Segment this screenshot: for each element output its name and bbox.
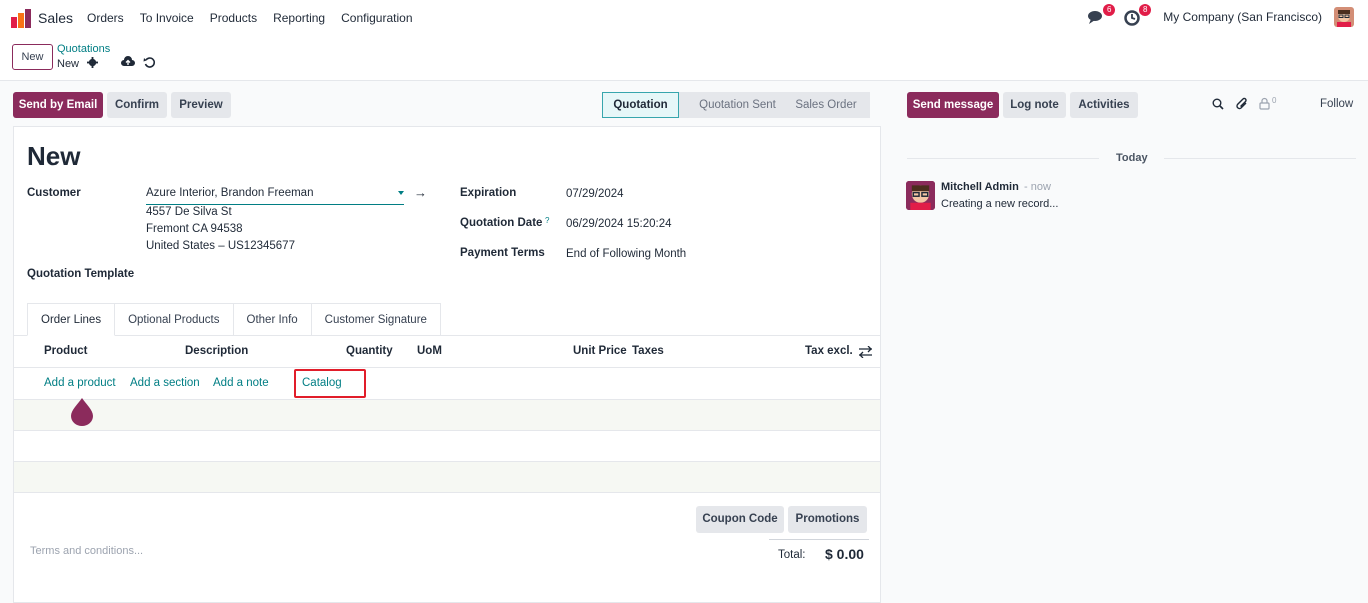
total-divider bbox=[769, 539, 869, 540]
tab-order-lines[interactable]: Order Lines bbox=[27, 303, 116, 336]
new-record-button[interactable]: New bbox=[12, 44, 53, 70]
menu-reporting[interactable]: Reporting bbox=[273, 11, 325, 25]
column-tax-excl[interactable]: Tax excl. bbox=[805, 345, 853, 357]
quotation-template-label: Quotation Template bbox=[27, 268, 135, 280]
preview-button[interactable]: Preview bbox=[171, 92, 231, 118]
breadcrumb-quotations[interactable]: Quotations bbox=[57, 43, 110, 55]
promotions-button[interactable]: Promotions bbox=[788, 506, 867, 533]
coupon-code-button[interactable]: Coupon Code bbox=[696, 506, 784, 533]
author-avatar[interactable] bbox=[906, 181, 935, 210]
customer-label: Customer bbox=[27, 187, 81, 199]
tab-optional-products[interactable]: Optional Products bbox=[115, 303, 234, 336]
gear-icon[interactable] bbox=[87, 57, 98, 68]
column-uom[interactable]: UoM bbox=[417, 345, 442, 357]
arrow-right-icon[interactable]: → bbox=[414, 185, 427, 200]
status-quotation[interactable]: Quotation bbox=[602, 92, 679, 118]
expiration-field[interactable]: 07/29/2024 bbox=[566, 188, 624, 200]
payment-terms-label: Payment Terms bbox=[460, 247, 545, 259]
customer-address-line1: 4557 De Silva St bbox=[146, 206, 232, 218]
company-switcher[interactable]: My Company (San Francisco) bbox=[1163, 10, 1322, 24]
customer-address-line3: United States – US12345677 bbox=[146, 240, 295, 252]
terms-conditions-field[interactable]: Terms and conditions... bbox=[30, 545, 143, 557]
record-title: New bbox=[27, 141, 81, 171]
empty-row bbox=[14, 462, 880, 492]
chevron-down-icon[interactable] bbox=[398, 191, 404, 195]
lock-icon[interactable] bbox=[1259, 97, 1270, 110]
column-description[interactable]: Description bbox=[185, 345, 248, 357]
empty-row bbox=[14, 400, 880, 430]
help-tooltip[interactable]: ? bbox=[545, 216, 549, 225]
discard-undo-icon[interactable] bbox=[143, 56, 156, 69]
expiration-label: Expiration bbox=[460, 187, 517, 199]
total-amount: $ 0.00 bbox=[825, 546, 864, 562]
send-message-button[interactable]: Send message bbox=[907, 92, 999, 118]
sales-app-icon[interactable] bbox=[11, 9, 31, 28]
tab-customer-signature[interactable]: Customer Signature bbox=[311, 303, 441, 336]
search-icon[interactable] bbox=[1212, 98, 1224, 110]
optional-columns-icon[interactable] bbox=[859, 346, 872, 358]
menu-products[interactable]: Products bbox=[210, 11, 257, 25]
activities-badge: 8 bbox=[1139, 4, 1152, 16]
message-author[interactable]: Mitchell Admin bbox=[941, 181, 1019, 193]
menu-configuration[interactable]: Configuration bbox=[341, 11, 412, 25]
follow-button[interactable]: Follow bbox=[1320, 98, 1353, 110]
column-taxes[interactable]: Taxes bbox=[632, 345, 664, 357]
column-unit-price[interactable]: Unit Price bbox=[573, 345, 627, 357]
status-sales-order[interactable]: Sales Order bbox=[782, 92, 870, 118]
control-panel: New Quotations New bbox=[0, 37, 1368, 81]
status-bar: Quotation Quotation Sent Sales Order bbox=[602, 92, 870, 118]
header-divider bbox=[14, 367, 880, 368]
activities-button-chatter[interactable]: Activities bbox=[1070, 92, 1138, 118]
today-separator: Today bbox=[1116, 152, 1148, 164]
send-by-email-button[interactable]: Send by Email bbox=[13, 92, 103, 118]
today-line-right bbox=[1164, 158, 1356, 159]
customer-field[interactable]: Azure Interior, Brandon Freeman bbox=[146, 187, 404, 205]
user-avatar-icon bbox=[906, 181, 935, 210]
row-divider bbox=[14, 492, 880, 493]
menu-to-invoice[interactable]: To Invoice bbox=[140, 11, 194, 25]
today-line-left bbox=[907, 158, 1099, 159]
message-time: - now bbox=[1024, 181, 1051, 193]
quotation-date-label: Quotation Date bbox=[460, 217, 543, 229]
top-navbar: Sales Orders To Invoice Products Reporti… bbox=[0, 0, 1368, 37]
row-divider bbox=[14, 430, 880, 431]
main-menu: Orders To Invoice Products Reporting Con… bbox=[87, 11, 429, 25]
column-product[interactable]: Product bbox=[44, 345, 87, 357]
paperclip-icon[interactable] bbox=[1236, 97, 1249, 111]
confirm-button[interactable]: Confirm bbox=[107, 92, 167, 118]
breadcrumb-current: New bbox=[57, 58, 80, 70]
pointer-drop-icon bbox=[71, 398, 93, 426]
app-name[interactable]: Sales bbox=[38, 10, 73, 26]
menu-orders[interactable]: Orders bbox=[87, 11, 124, 25]
add-section-link[interactable]: Add a section bbox=[130, 377, 200, 389]
messages-button[interactable]: 6 bbox=[1087, 4, 1116, 27]
user-avatar-icon bbox=[1334, 7, 1354, 27]
user-avatar[interactable] bbox=[1334, 7, 1354, 27]
payment-terms-field[interactable]: End of Following Month bbox=[566, 248, 686, 260]
messages-badge: 6 bbox=[1103, 4, 1116, 16]
total-label: Total: bbox=[778, 549, 806, 561]
form-sheet: New Customer Azure Interior, Brandon Fre… bbox=[13, 126, 881, 603]
followers-count: 0 bbox=[1272, 96, 1277, 105]
tab-other-info[interactable]: Other Info bbox=[233, 303, 312, 336]
log-note-button[interactable]: Log note bbox=[1003, 92, 1066, 118]
systray: 6 8 My Company (San Francisco) bbox=[1087, 4, 1354, 27]
quotation-date-field[interactable]: 06/29/2024 15:20:24 bbox=[566, 218, 672, 230]
add-note-link[interactable]: Add a note bbox=[213, 377, 269, 389]
message-body: Creating a new record... bbox=[941, 198, 1059, 210]
status-quotation-sent[interactable]: Quotation Sent bbox=[679, 92, 782, 118]
save-cloud-icon[interactable] bbox=[121, 56, 135, 68]
column-quantity[interactable]: Quantity bbox=[346, 345, 393, 357]
activities-button[interactable]: 8 bbox=[1123, 4, 1152, 27]
customer-address-line2: Fremont CA 94538 bbox=[146, 223, 243, 235]
catalog-highlight-box bbox=[294, 369, 366, 398]
notebook-tabs: Order Lines Optional Products Other Info… bbox=[27, 303, 441, 336]
add-product-link[interactable]: Add a product bbox=[44, 377, 116, 389]
